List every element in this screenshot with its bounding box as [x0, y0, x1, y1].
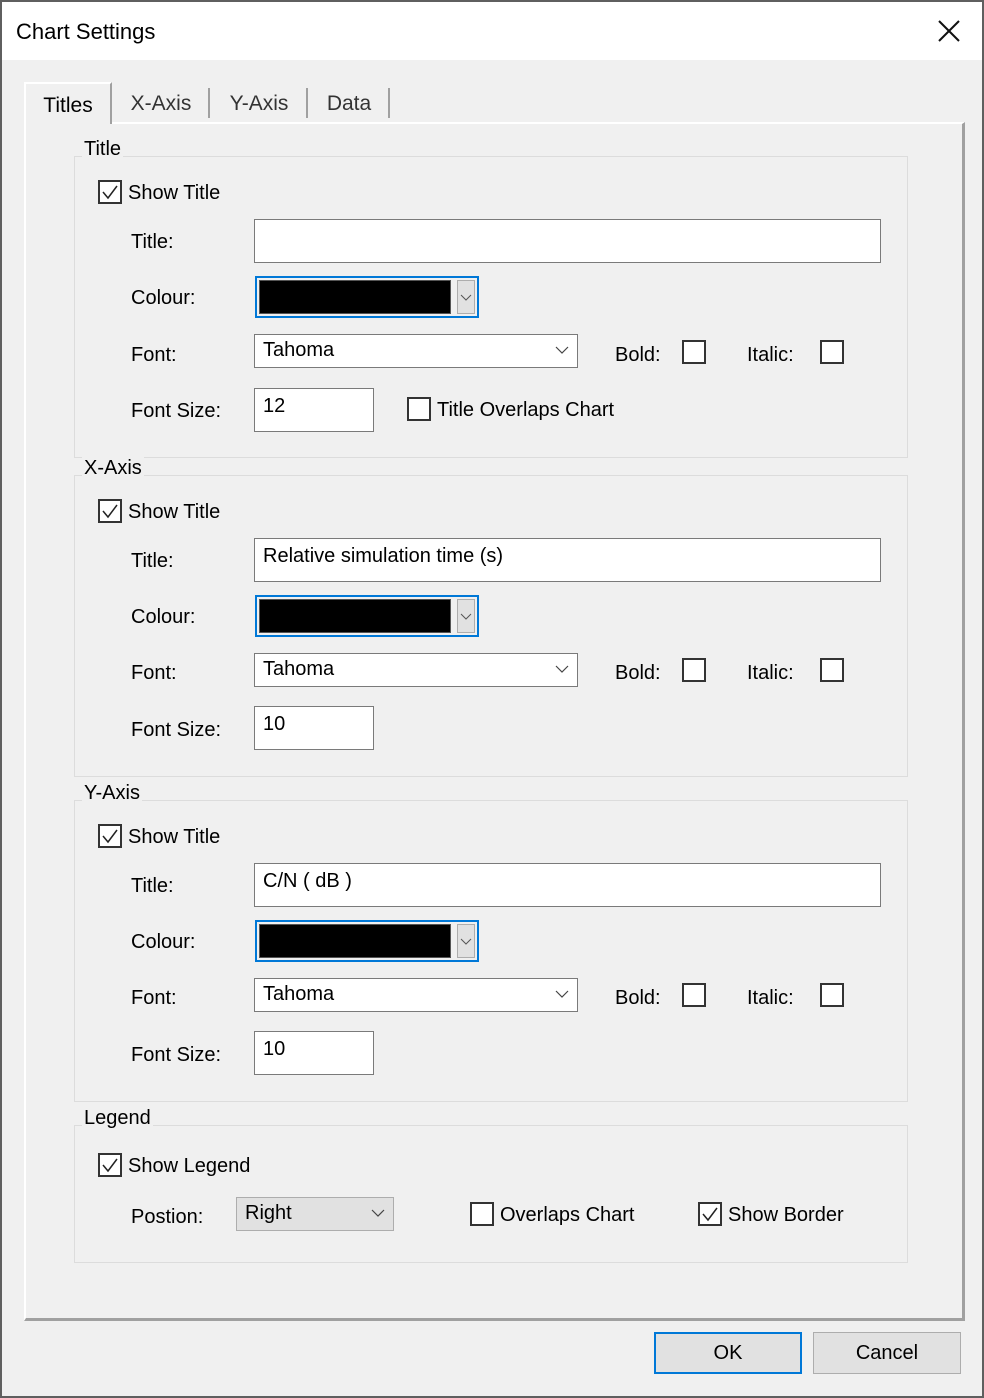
- font-size-label: Font Size:: [131, 1044, 222, 1066]
- colour-label: Colour:: [131, 287, 196, 309]
- font-value: Tahoma: [263, 983, 335, 1005]
- title-overlaps-chart-checkbox[interactable]: [407, 397, 431, 421]
- tab-data[interactable]: Data: [310, 82, 388, 122]
- colour-dropdown-button[interactable]: [457, 280, 475, 314]
- legend-group: Legend Show Legend Postion: Right Overla…: [74, 1107, 908, 1263]
- y-axis-font-select[interactable]: Tahoma: [254, 978, 578, 1012]
- x-axis-colour-picker[interactable]: [255, 595, 479, 637]
- title-label: Title:: [131, 875, 174, 897]
- chevron-down-icon: [460, 613, 472, 620]
- x-axis-group: X-Axis Show Title Title: Relative simula…: [74, 457, 908, 777]
- title-show-title-checkbox[interactable]: [98, 180, 122, 204]
- tab-y-axis[interactable]: Y-Axis: [212, 82, 306, 122]
- colour-swatch: [259, 599, 451, 633]
- position-label: Postion:: [131, 1206, 204, 1228]
- legend-position-select[interactable]: Right: [236, 1197, 394, 1231]
- font-size-label: Font Size:: [131, 719, 222, 741]
- group-label: X-Axis: [82, 457, 144, 480]
- show-title-label: Show Title: [128, 826, 221, 848]
- bold-label: Bold:: [615, 987, 661, 1009]
- show-legend-checkbox[interactable]: [98, 1153, 122, 1177]
- x-axis-font-size-input[interactable]: 10: [254, 706, 374, 750]
- title-label: Title:: [131, 550, 174, 572]
- colour-label: Colour:: [131, 931, 196, 953]
- show-legend-label: Show Legend: [128, 1155, 251, 1177]
- group-label: Title: [82, 138, 124, 161]
- checkmark-icon: [102, 504, 118, 519]
- group-label: Y-Axis: [82, 782, 142, 805]
- italic-label: Italic:: [747, 344, 794, 366]
- y-axis-bold-checkbox[interactable]: [682, 983, 706, 1007]
- close-icon: [938, 20, 960, 42]
- title-text-input[interactable]: [254, 219, 881, 263]
- title-bold-checkbox[interactable]: [682, 340, 706, 364]
- title-colour-picker[interactable]: [255, 276, 479, 318]
- close-button[interactable]: [934, 16, 964, 46]
- show-title-label: Show Title: [128, 501, 221, 523]
- title-font-size-input[interactable]: 12: [254, 388, 374, 432]
- chevron-down-icon: [555, 346, 569, 354]
- font-value: Tahoma: [263, 658, 335, 680]
- x-axis-font-select[interactable]: Tahoma: [254, 653, 578, 687]
- font-label: Font:: [131, 344, 177, 366]
- chevron-down-icon: [555, 665, 569, 673]
- font-label: Font:: [131, 987, 177, 1009]
- tab-panel-titles: Title Show Title Title: Colour: Font: Ta…: [24, 122, 965, 1321]
- chevron-down-icon: [371, 1209, 385, 1217]
- legend-overlaps-chart-checkbox[interactable]: [470, 1202, 494, 1226]
- colour-swatch: [259, 924, 451, 958]
- checkmark-icon: [102, 1158, 118, 1173]
- legend-overlaps-chart-label: Overlaps Chart: [500, 1204, 635, 1226]
- checkmark-icon: [102, 829, 118, 844]
- x-axis-italic-checkbox[interactable]: [820, 658, 844, 682]
- colour-label: Colour:: [131, 606, 196, 628]
- tab-titles[interactable]: Titles: [24, 82, 112, 124]
- cancel-button[interactable]: Cancel: [813, 1332, 961, 1374]
- font-value: Tahoma: [263, 339, 335, 361]
- x-axis-title-input[interactable]: Relative simulation time (s): [254, 538, 881, 582]
- show-border-checkbox[interactable]: [698, 1202, 722, 1226]
- tab-separator: [306, 88, 308, 118]
- tab-separator: [388, 88, 390, 118]
- tab-x-axis[interactable]: X-Axis: [116, 82, 206, 122]
- x-axis-show-title-checkbox[interactable]: [98, 499, 122, 523]
- title-italic-checkbox[interactable]: [820, 340, 844, 364]
- font-label: Font:: [131, 662, 177, 684]
- y-axis-title-input[interactable]: C/N ( dB ): [254, 863, 881, 907]
- title-label: Title:: [131, 231, 174, 253]
- chevron-down-icon: [555, 990, 569, 998]
- colour-dropdown-button[interactable]: [457, 924, 475, 958]
- title-overlaps-chart-label: Title Overlaps Chart: [437, 399, 615, 421]
- bold-label: Bold:: [615, 662, 661, 684]
- show-title-label: Show Title: [128, 182, 221, 204]
- chart-settings-dialog: Chart Settings Titles X-Axis Y-Axis Data…: [0, 0, 984, 1398]
- position-value: Right: [245, 1202, 292, 1224]
- title-font-select[interactable]: Tahoma: [254, 334, 578, 368]
- tab-separator: [208, 88, 210, 118]
- colour-dropdown-button[interactable]: [457, 599, 475, 633]
- window-title: Chart Settings: [16, 19, 156, 44]
- italic-label: Italic:: [747, 662, 794, 684]
- bold-label: Bold:: [615, 344, 661, 366]
- y-axis-show-title-checkbox[interactable]: [98, 824, 122, 848]
- chevron-down-icon: [460, 294, 472, 301]
- x-axis-bold-checkbox[interactable]: [682, 658, 706, 682]
- y-axis-colour-picker[interactable]: [255, 920, 479, 962]
- y-axis-group: Y-Axis Show Title Title: C/N ( dB ) Colo…: [74, 782, 908, 1102]
- italic-label: Italic:: [747, 987, 794, 1009]
- group-label: Legend: [82, 1107, 153, 1130]
- colour-swatch: [259, 280, 451, 314]
- ok-button[interactable]: OK: [654, 1332, 802, 1374]
- y-axis-font-size-input[interactable]: 10: [254, 1031, 374, 1075]
- show-border-label: Show Border: [728, 1204, 844, 1226]
- font-size-label: Font Size:: [131, 400, 222, 422]
- title-group: Title Show Title Title: Colour: Font: Ta…: [74, 138, 908, 458]
- checkmark-icon: [102, 185, 118, 200]
- chevron-down-icon: [460, 938, 472, 945]
- title-bar: Chart Settings: [2, 2, 982, 60]
- checkmark-icon: [702, 1207, 718, 1222]
- y-axis-italic-checkbox[interactable]: [820, 983, 844, 1007]
